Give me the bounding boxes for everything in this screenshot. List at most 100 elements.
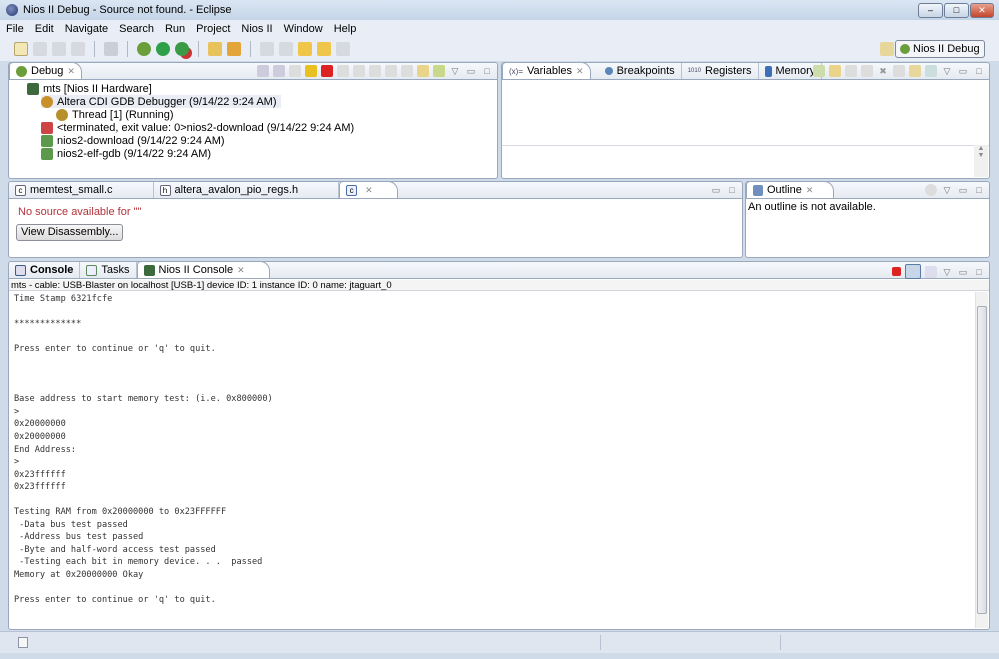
view-menu-icon[interactable]: ▽ xyxy=(941,266,953,278)
show-type-icon[interactable] xyxy=(813,65,825,77)
disconnect-console-icon[interactable] xyxy=(925,265,937,278)
prev-annotation-icon[interactable] xyxy=(279,42,293,56)
drop-frame-icon[interactable] xyxy=(401,65,413,77)
scrollbar-thumb[interactable] xyxy=(977,306,987,614)
menu-navigate[interactable]: Navigate xyxy=(65,23,108,35)
toolbar: Nios II Debug xyxy=(0,37,999,61)
tab-label: Outline xyxy=(767,184,802,196)
print-icon[interactable] xyxy=(71,42,85,56)
connect-icon[interactable] xyxy=(273,65,285,77)
tab-registers[interactable]: 1010 Registers xyxy=(682,63,759,79)
separator xyxy=(250,41,251,57)
console-scrollbar[interactable] xyxy=(975,292,988,628)
terminate-icon[interactable] xyxy=(321,65,333,77)
terminate-icon[interactable] xyxy=(892,267,901,276)
tree-item-gdb[interactable]: nios2-elf-gdb (9/14/22 9:24 AM) xyxy=(41,147,211,160)
close-icon[interactable]: ✕ xyxy=(237,265,245,276)
maximize-icon[interactable]: □ xyxy=(973,65,985,77)
debug-icon[interactable] xyxy=(137,42,151,56)
view-menu-icon[interactable]: ▽ xyxy=(941,65,953,77)
sort-icon[interactable] xyxy=(925,184,937,196)
tab-console[interactable]: Console xyxy=(9,262,81,278)
suspend-icon[interactable] xyxy=(305,65,317,77)
forward-icon[interactable] xyxy=(336,42,350,56)
back-icon[interactable] xyxy=(317,42,331,56)
save-all-icon[interactable] xyxy=(52,42,66,56)
external-tools-icon[interactable] xyxy=(175,42,189,56)
minimize-icon[interactable]: ▭ xyxy=(957,65,969,77)
menu-file[interactable]: File xyxy=(6,23,24,35)
rocket-icon[interactable] xyxy=(227,42,241,56)
tab-source-not-found[interactable]: c ✕ xyxy=(339,181,398,198)
last-edit-icon[interactable] xyxy=(298,42,312,56)
scrollbar[interactable]: ▲ ▼ xyxy=(974,145,988,177)
view-disassembly-button[interactable]: View Disassembly... xyxy=(16,224,124,241)
console-output[interactable]: Time Stamp 6321fcfe ************* Press … xyxy=(14,293,273,607)
maximize-icon[interactable]: □ xyxy=(973,184,985,196)
remove-all-icon[interactable] xyxy=(893,65,905,77)
minimize-button[interactable]: – xyxy=(918,3,943,18)
disconnect-icon[interactable] xyxy=(337,65,349,77)
close-icon[interactable]: ✕ xyxy=(365,185,373,196)
tab-debug[interactable]: Debug ✕ xyxy=(9,62,82,79)
maximize-icon[interactable]: □ xyxy=(726,184,738,196)
instruction-step-icon[interactable] xyxy=(417,65,429,77)
fast-view-icon[interactable] xyxy=(18,637,28,648)
new-icon[interactable] xyxy=(14,42,28,56)
open-perspective-icon[interactable] xyxy=(880,42,894,56)
close-button[interactable]: ✕ xyxy=(970,3,994,18)
tree-item-debugger[interactable]: Altera CDI GDB Debugger (9/14/22 9:24 AM… xyxy=(41,95,281,108)
view-menu-icon[interactable]: ▽ xyxy=(941,184,953,196)
new-view-icon[interactable] xyxy=(909,65,921,77)
menu-nios[interactable]: Nios II xyxy=(241,23,272,35)
save-icon[interactable] xyxy=(33,42,47,56)
collapse-all-icon[interactable] xyxy=(845,65,857,77)
maximize-icon[interactable]: □ xyxy=(973,266,985,278)
display-selected-console-icon[interactable] xyxy=(905,264,921,279)
tab-nios-console[interactable]: Nios II Console ✕ xyxy=(136,261,270,278)
menu-search[interactable]: Search xyxy=(119,23,154,35)
menu-help[interactable]: Help xyxy=(334,23,357,35)
item-label: Thread [1] (Running) xyxy=(72,108,174,121)
tab-breakpoints[interactable]: Breakpoints xyxy=(599,63,682,79)
pin-icon[interactable] xyxy=(925,65,937,77)
show-logical-icon[interactable] xyxy=(829,65,841,77)
terminated-process-icon xyxy=(41,121,53,134)
menu-edit[interactable]: Edit xyxy=(35,23,54,35)
tab-pio-regs[interactable]: h altera_avalon_pio_regs.h xyxy=(154,182,340,198)
perspective-nios-debug[interactable]: Nios II Debug xyxy=(895,40,985,58)
resume-icon[interactable] xyxy=(289,65,301,77)
add-icon[interactable] xyxy=(861,65,873,77)
step-filters-icon[interactable] xyxy=(433,65,445,77)
menu-window[interactable]: Window xyxy=(284,23,323,35)
binary-icon[interactable] xyxy=(104,42,118,56)
tab-outline[interactable]: Outline ✕ xyxy=(746,181,835,198)
step-into-icon[interactable] xyxy=(353,65,365,77)
run-icon[interactable] xyxy=(156,42,170,56)
remove-terminated-icon[interactable] xyxy=(257,65,269,77)
next-annotation-icon[interactable] xyxy=(260,42,274,56)
step-over-icon[interactable] xyxy=(369,65,381,77)
view-menu-icon[interactable]: ▽ xyxy=(449,65,461,77)
remove-icon[interactable]: ✖ xyxy=(877,65,889,77)
step-return-icon[interactable] xyxy=(385,65,397,77)
menu-run[interactable]: Run xyxy=(165,23,185,35)
minimize-icon[interactable]: ▭ xyxy=(957,266,969,278)
minimize-icon[interactable]: ▭ xyxy=(710,184,722,196)
tab-tasks[interactable]: Tasks xyxy=(80,262,137,278)
tree-item-thread[interactable]: Thread [1] (Running) xyxy=(56,108,174,121)
tab-memtest-small[interactable]: c memtest_small.c xyxy=(9,182,154,198)
tab-variables[interactable]: (x)= Variables ✕ xyxy=(502,62,591,79)
minimize-icon[interactable]: ▭ xyxy=(465,65,477,77)
menu-project[interactable]: Project xyxy=(196,23,230,35)
close-icon[interactable]: ✕ xyxy=(67,66,75,77)
open-folder-icon[interactable] xyxy=(208,42,222,56)
tree-item-terminated[interactable]: <terminated, exit value: 0>nios2-downloa… xyxy=(41,121,354,134)
maximize-icon[interactable]: □ xyxy=(481,65,493,77)
close-icon[interactable]: ✕ xyxy=(576,66,584,77)
close-icon[interactable]: ✕ xyxy=(806,185,814,196)
minimize-icon[interactable]: ▭ xyxy=(957,184,969,196)
tree-item-launch[interactable]: mts [Nios II Hardware] xyxy=(27,82,152,95)
tree-item-download[interactable]: nios2-download (9/14/22 9:24 AM) xyxy=(41,134,225,147)
maximize-button[interactable]: □ xyxy=(944,3,969,18)
